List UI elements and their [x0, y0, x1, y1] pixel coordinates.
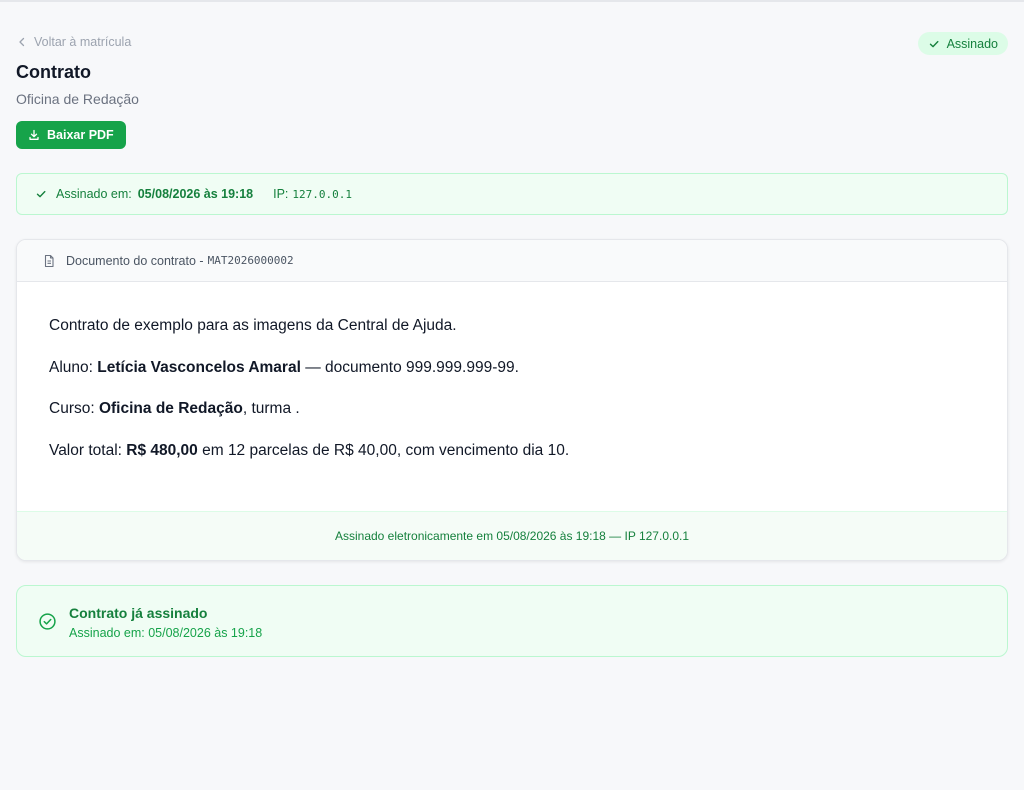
course-name: Oficina de Redação: [98, 400, 243, 417]
signed-notice-title: Contrato já assinado: [69, 605, 208, 621]
document-signature-footer: Assinado eletronicamente em 05/08/2026 à…: [17, 511, 1007, 560]
contract-document-card: Documento do contrato - MAT2026000002 Co…: [16, 239, 1008, 561]
document-header-label: Documento do contrato -: [66, 253, 204, 268]
signed-at-value: 05/08/2026 às 19:18: [137, 187, 254, 201]
file-text-icon: [44, 254, 54, 267]
course-class: , turma .: [242, 400, 300, 417]
course-label: Curso:: [49, 400, 95, 417]
student-paragraph: Aluno: Letícia Vasconcelos Amaral — docu…: [49, 358, 975, 378]
download-pdf-label: Baixar PDF: [47, 128, 114, 142]
check-icon: [929, 40, 939, 47]
student-name: Letícia Vasconcelos Amaral: [97, 358, 301, 376]
value-label: Valor total:: [49, 441, 122, 459]
circle-check-icon: [39, 613, 56, 630]
download-pdf-button[interactable]: Baixar PDF: [16, 121, 126, 149]
status-badge: Assinado: [917, 32, 1008, 55]
student-label: Aluno:: [49, 358, 93, 376]
back-link-label: Voltar à matrícula: [34, 35, 132, 49]
ip-label: IP:: [273, 187, 289, 201]
top-divider: [0, 0, 1024, 2]
document-body: Contrato de exemplo para as imagens da C…: [17, 282, 1007, 461]
document-header: Documento do contrato - MAT2026000002: [17, 240, 1007, 282]
ip-value: 127.0.0.1: [292, 187, 353, 201]
back-link[interactable]: Voltar à matrícula: [16, 35, 131, 49]
enrollment-code: MAT2026000002: [207, 254, 294, 267]
signed-notice-detail: Assinado em: 05/08/2026 às 19:18: [69, 626, 263, 640]
status-badge-label: Assinado: [946, 36, 998, 51]
chevron-left-icon: [19, 37, 25, 47]
installments-text: em 12 parcelas de R$ 40,00, com vencimen…: [197, 441, 570, 459]
check-icon: [36, 190, 46, 198]
student-document: — documento 999.999.999-99.: [300, 358, 519, 376]
intro-text: Contrato de exemplo para as imagens da C…: [49, 317, 457, 334]
signed-at-label: Assinado em:: [56, 187, 132, 201]
course-paragraph: Curso: Oficina de Redação, turma .: [49, 399, 975, 419]
page-title: Contrato: [16, 62, 91, 82]
download-icon: [29, 129, 39, 140]
value-amount: R$ 480,00: [126, 441, 198, 459]
page-subtitle: Oficina de Redação: [16, 91, 139, 107]
signature-info-bar: Assinado em: 05/08/2026 às 19:18 IP: 127…: [16, 173, 1008, 215]
value-paragraph: Valor total: R$ 480,00 em 12 parcelas de…: [49, 441, 975, 461]
signed-notice: Contrato já assinado Assinado em: 05/08/…: [16, 585, 1008, 657]
intro-paragraph: Contrato de exemplo para as imagens da C…: [49, 316, 975, 336]
